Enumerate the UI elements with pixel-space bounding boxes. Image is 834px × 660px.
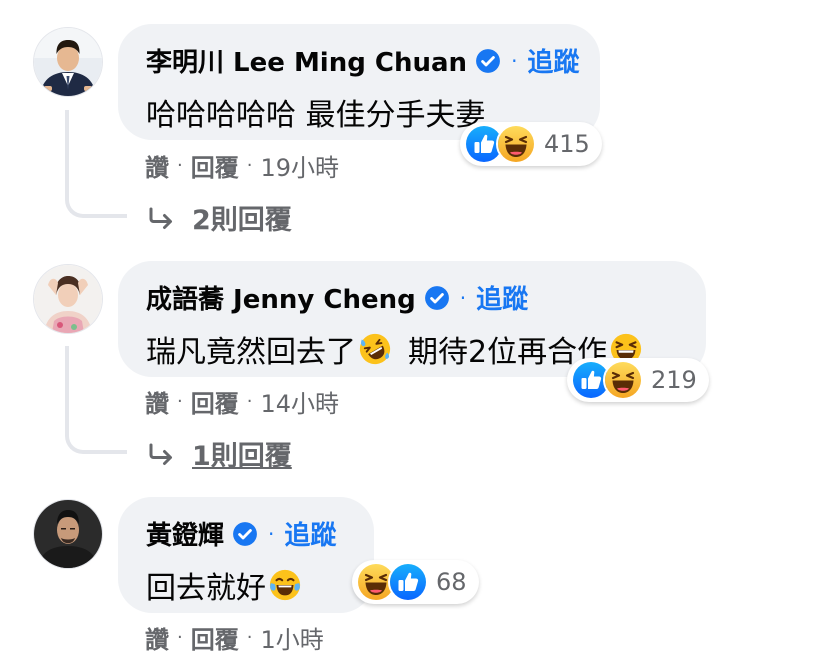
comment-actions: 讚 · 回覆 · 1小時 [145,620,324,655]
follow-link[interactable]: 追蹤 [476,279,528,316]
avatar-image [34,265,102,333]
verified-badge-icon [232,521,258,547]
comment-actions: 讚 · 回覆 · 14小時 [145,384,339,419]
verified-badge-icon [475,48,501,74]
comment-text: 哈哈哈哈哈 最佳分手夫妻 [146,90,486,134]
reply-button[interactable]: 回覆 [191,384,239,419]
author-row: 李明川 Lee Ming Chuan · 追蹤 [146,42,579,79]
tears-of-joy-emoji-icon [268,568,302,602]
reaction-summary[interactable]: 219 [567,358,709,402]
avatar[interactable] [34,28,102,96]
separator-dot: · [268,521,275,546]
view-replies-link[interactable]: 1則回覆 [148,434,292,473]
author-name[interactable]: 黃鐙輝 [146,515,224,552]
replies-label: 2則回覆 [192,205,292,236]
like-button[interactable]: 讚 [145,148,169,183]
comment-text: 瑞凡竟然回去了 期待2位再合作 [146,327,645,371]
separator-dot: · [511,48,518,73]
follow-link[interactable]: 追蹤 [527,42,579,79]
like-button[interactable]: 讚 [145,384,169,419]
author-name[interactable]: 成語蕎 Jenny Cheng [146,279,416,316]
separator-dot: · [177,155,183,176]
timestamp[interactable]: 19小時 [260,148,339,183]
reply-button[interactable]: 回覆 [191,148,239,183]
reaction-count: 415 [544,130,590,158]
separator-dot: · [177,391,183,412]
view-replies-link[interactable]: 2則回覆 [148,198,292,237]
reply-arrow-icon [148,206,176,230]
avatar-image [34,500,102,568]
separator-dot: · [177,627,183,648]
like-reaction-icon [388,562,428,602]
avatar[interactable] [34,265,102,333]
reaction-count: 219 [651,366,697,394]
separator-dot: · [246,627,253,648]
comment-text-part: 瑞凡竟然回去了 [146,335,356,370]
comment-text-content: 哈哈哈哈哈 最佳分手夫妻 [146,98,486,133]
reply-arrow-icon [148,442,176,466]
rolling-laughing-emoji-icon [358,332,392,366]
reply-button[interactable]: 回覆 [191,620,239,655]
reaction-count: 68 [436,568,467,596]
verified-badge-icon [424,285,450,311]
haha-reaction-icon [496,124,536,164]
thread-line [65,110,127,218]
separator-dot: · [459,285,467,310]
timestamp[interactable]: 1小時 [260,620,323,655]
comment-text: 回去就好 [146,563,304,607]
follow-link[interactable]: 追蹤 [284,515,336,552]
comment-actions: 讚 · 回覆 · 19小時 [145,148,339,183]
avatar-image [34,28,102,96]
thread-line [65,346,127,454]
replies-label: 1則回覆 [192,441,292,472]
author-row: 黃鐙輝 · 追蹤 [146,515,336,552]
comment-bubble: 黃鐙輝 · 追蹤 回去就好 [118,497,374,613]
reaction-summary[interactable]: 68 [352,560,479,604]
avatar[interactable] [34,500,102,568]
reaction-summary[interactable]: 415 [460,122,602,166]
haha-reaction-icon [603,360,643,400]
author-row: 成語蕎 Jenny Cheng · 追蹤 [146,279,528,316]
like-button[interactable]: 讚 [145,620,169,655]
separator-dot: · [246,155,253,176]
author-name[interactable]: 李明川 Lee Ming Chuan [146,42,467,79]
separator-dot: · [246,391,253,412]
timestamp[interactable]: 14小時 [260,384,339,419]
comment-text-content: 回去就好 [146,571,266,606]
